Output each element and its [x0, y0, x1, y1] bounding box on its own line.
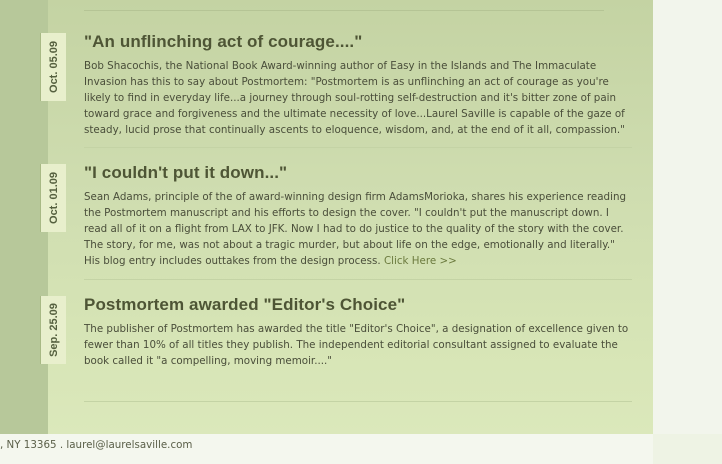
- news-body: The publisher of Postmortem has awarded …: [84, 321, 632, 369]
- news-title: "I couldn't put it down...": [84, 163, 288, 182]
- news-date: Oct. 01.09: [47, 172, 60, 224]
- news-body: Sean Adams, principle of the of award-wi…: [84, 189, 632, 269]
- news-title: "An unflinching act of courage....": [84, 32, 363, 51]
- footer-email-link[interactable]: laurel@laurelsaville.com: [66, 439, 192, 451]
- news-entry: "An unflinching act of courage...." Bob …: [84, 32, 632, 138]
- right-margin: [653, 0, 722, 434]
- news-title: Postmortem awarded "Editor's Choice": [84, 295, 406, 314]
- news-date-tab: Oct. 05.09: [40, 33, 66, 101]
- news-entry: Postmortem awarded "Editor's Choice" The…: [84, 295, 632, 369]
- news-date: Sep. 25.09: [47, 303, 60, 357]
- news-body: Bob Shacochis, the National Book Award-w…: [84, 58, 632, 138]
- news-divider: [84, 147, 632, 148]
- footer-address: , NY 13365 .: [0, 439, 67, 451]
- news-date: Oct. 05.09: [47, 41, 60, 93]
- footer-contact: , NY 13365 . laurel@laurelsaville.com: [0, 439, 192, 451]
- news-body-text: Bob Shacochis, the National Book Award-w…: [84, 60, 625, 136]
- news-date-tab: Oct. 01.09: [40, 164, 66, 232]
- news-body-text: The publisher of Postmortem has awarded …: [84, 323, 629, 367]
- news-entry: "I couldn't put it down..." Sean Adams, …: [84, 163, 632, 269]
- news-divider: [84, 401, 632, 402]
- top-divider: [84, 10, 604, 11]
- news-body-text: Sean Adams, principle of the of award-wi…: [84, 191, 627, 267]
- news-date-tab: Sep. 25.09: [40, 296, 66, 364]
- click-here-link[interactable]: Click Here >>: [384, 255, 457, 267]
- news-divider: [84, 279, 632, 280]
